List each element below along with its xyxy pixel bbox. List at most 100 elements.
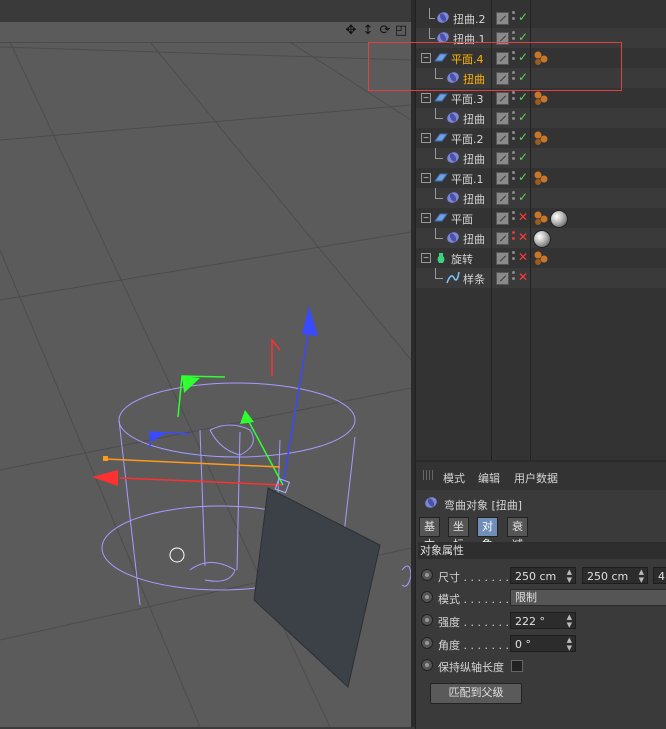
visibility-dots-icon[interactable] [512, 211, 516, 225]
object-name[interactable]: 平面.3 [451, 91, 484, 107]
menu-userdata[interactable]: 用户数据 [514, 470, 558, 486]
mode-keyframe-radio[interactable] [421, 591, 433, 603]
collapse-toggle-icon[interactable]: − [421, 253, 431, 263]
object-row[interactable]: 扭曲 ✓ [416, 148, 666, 168]
collapse-toggle-icon[interactable]: − [421, 93, 431, 103]
visibility-dots-icon[interactable] [512, 91, 516, 105]
object-row[interactable]: − 平面 ✕ [416, 208, 666, 228]
visibility-dots-icon[interactable] [512, 111, 516, 125]
disabled-cross-icon[interactable]: ✕ [518, 230, 528, 244]
collapse-toggle-icon[interactable]: − [421, 133, 431, 143]
strength-keyframe-radio[interactable] [421, 614, 433, 626]
enabled-check-icon[interactable]: ✓ [518, 150, 528, 164]
enabled-check-icon[interactable]: ✓ [518, 130, 528, 144]
enabled-check-icon[interactable]: ✓ [518, 10, 528, 24]
object-row[interactable]: − 平面.3 ✓ [416, 88, 666, 108]
display-tag-icon[interactable] [496, 32, 509, 45]
menu-edit[interactable]: 编辑 [478, 470, 500, 486]
phong-tag-icon[interactable] [533, 90, 549, 106]
visibility-dots-icon[interactable] [512, 51, 516, 65]
visibility-dots-icon[interactable] [512, 11, 516, 25]
visibility-dots-icon[interactable] [512, 131, 516, 145]
visibility-dots-icon[interactable] [512, 71, 516, 85]
phong-tag-icon[interactable] [533, 130, 549, 146]
size-y-field[interactable]: 250 cm ▲ ▼ [582, 567, 648, 584]
mode-dropdown[interactable]: 限制 [510, 589, 666, 606]
display-tag-icon[interactable] [496, 112, 509, 125]
phong-tag-icon[interactable] [533, 170, 549, 186]
size-z-field[interactable]: 4 [653, 567, 666, 584]
object-row[interactable]: 扭曲.2 ✓ [416, 8, 666, 28]
display-tag-icon[interactable] [496, 152, 509, 165]
phong-tag-icon[interactable] [533, 50, 549, 66]
enabled-check-icon[interactable]: ✓ [518, 50, 528, 64]
object-name[interactable]: 旋转 [451, 251, 473, 267]
tab-object[interactable]: 对象 [477, 517, 498, 551]
object-row[interactable]: − 平面.2 ✓ [416, 128, 666, 148]
tab-basic[interactable]: 基本 [419, 517, 440, 551]
disabled-cross-icon[interactable]: ✕ [518, 270, 528, 284]
object-row[interactable]: 扭曲 ✓ [416, 188, 666, 208]
size-keyframe-radio[interactable] [421, 569, 433, 581]
object-row[interactable]: 扭曲 ✓ [416, 68, 666, 88]
enabled-check-icon[interactable]: ✓ [518, 190, 528, 204]
display-tag-icon[interactable] [496, 272, 509, 285]
size-x-field[interactable]: 250 cm ▲ ▼ [510, 567, 576, 584]
object-name[interactable]: 扭曲 [463, 151, 485, 167]
enabled-check-icon[interactable]: ✓ [518, 30, 528, 44]
collapse-toggle-icon[interactable]: − [421, 213, 431, 223]
phong-tag-icon[interactable] [533, 250, 549, 266]
display-tag-icon[interactable] [496, 12, 509, 25]
display-tag-icon[interactable] [496, 252, 509, 265]
object-row[interactable]: − 平面.1 ✓ [416, 168, 666, 188]
object-name[interactable]: 扭曲.1 [453, 31, 486, 47]
visibility-dots-icon[interactable] [512, 31, 516, 45]
disabled-cross-icon[interactable]: ✕ [518, 210, 528, 224]
object-name[interactable]: 扭曲 [463, 71, 485, 87]
object-name[interactable]: 扭曲 [463, 111, 485, 127]
visibility-dots-icon[interactable] [512, 171, 516, 185]
object-name[interactable]: 平面.2 [451, 131, 484, 147]
match-parent-button[interactable]: 匹配到父级 [430, 683, 522, 704]
keep-length-checkbox[interactable] [511, 660, 523, 672]
enabled-check-icon[interactable]: ✓ [518, 170, 528, 184]
object-row[interactable]: − 平面.4 ✓ [416, 48, 666, 68]
tab-falloff[interactable]: 衰减 [507, 517, 528, 551]
object-name[interactable]: 扭曲.2 [453, 11, 486, 27]
display-tag-icon[interactable] [496, 192, 509, 205]
material-tag-icon[interactable] [533, 230, 551, 248]
display-tag-icon[interactable] [496, 132, 509, 145]
enabled-check-icon[interactable]: ✓ [518, 90, 528, 104]
object-name[interactable]: 平面.1 [451, 171, 484, 187]
object-row[interactable]: 样条 ✕ [416, 268, 666, 288]
visibility-dots-icon[interactable] [512, 151, 516, 165]
display-tag-icon[interactable] [496, 212, 509, 225]
display-tag-icon[interactable] [496, 172, 509, 185]
object-name[interactable]: 扭曲 [463, 191, 485, 207]
object-name[interactable]: 平面 [451, 211, 473, 227]
collapse-toggle-icon[interactable]: − [421, 173, 431, 183]
viewport[interactable]: ✥ ↕ ⟳ ◰ [0, 0, 411, 727]
disabled-cross-icon[interactable]: ✕ [518, 250, 528, 264]
object-manager[interactable]: 扭曲.2 ✓ 扭曲.1 ✓ − 平面.4 ✓ 扭曲 ✓ − 平面.3 ✓ 扭曲 ✓ − 平面.2 ✓ 扭曲 ✓ − 平面… [415, 0, 666, 460]
object-name[interactable]: 扭曲 [463, 231, 485, 247]
tab-coord[interactable]: 坐标 [448, 517, 469, 551]
visibility-dots-icon[interactable] [512, 251, 516, 265]
strength-field[interactable]: 222 ° ▲ ▼ [510, 612, 576, 629]
object-name[interactable]: 样条 [463, 271, 485, 287]
object-row[interactable]: 扭曲 ✕ [416, 228, 666, 248]
visibility-dots-icon[interactable] [512, 231, 516, 245]
object-row[interactable]: − 旋转 ✕ [416, 248, 666, 268]
angle-keyframe-radio[interactable] [421, 637, 433, 649]
phong-tag-icon[interactable] [533, 210, 549, 226]
grip-icon[interactable] [423, 470, 433, 480]
display-tag-icon[interactable] [496, 92, 509, 105]
display-tag-icon[interactable] [496, 232, 509, 245]
material-tag-icon[interactable] [550, 210, 568, 228]
display-tag-icon[interactable] [496, 72, 509, 85]
keep-length-keyframe-radio[interactable] [421, 659, 433, 671]
visibility-dots-icon[interactable] [512, 271, 516, 285]
collapse-toggle-icon[interactable]: − [421, 53, 431, 63]
object-row[interactable]: 扭曲 ✓ [416, 108, 666, 128]
angle-field[interactable]: 0 ° ▲ ▼ [510, 635, 576, 652]
